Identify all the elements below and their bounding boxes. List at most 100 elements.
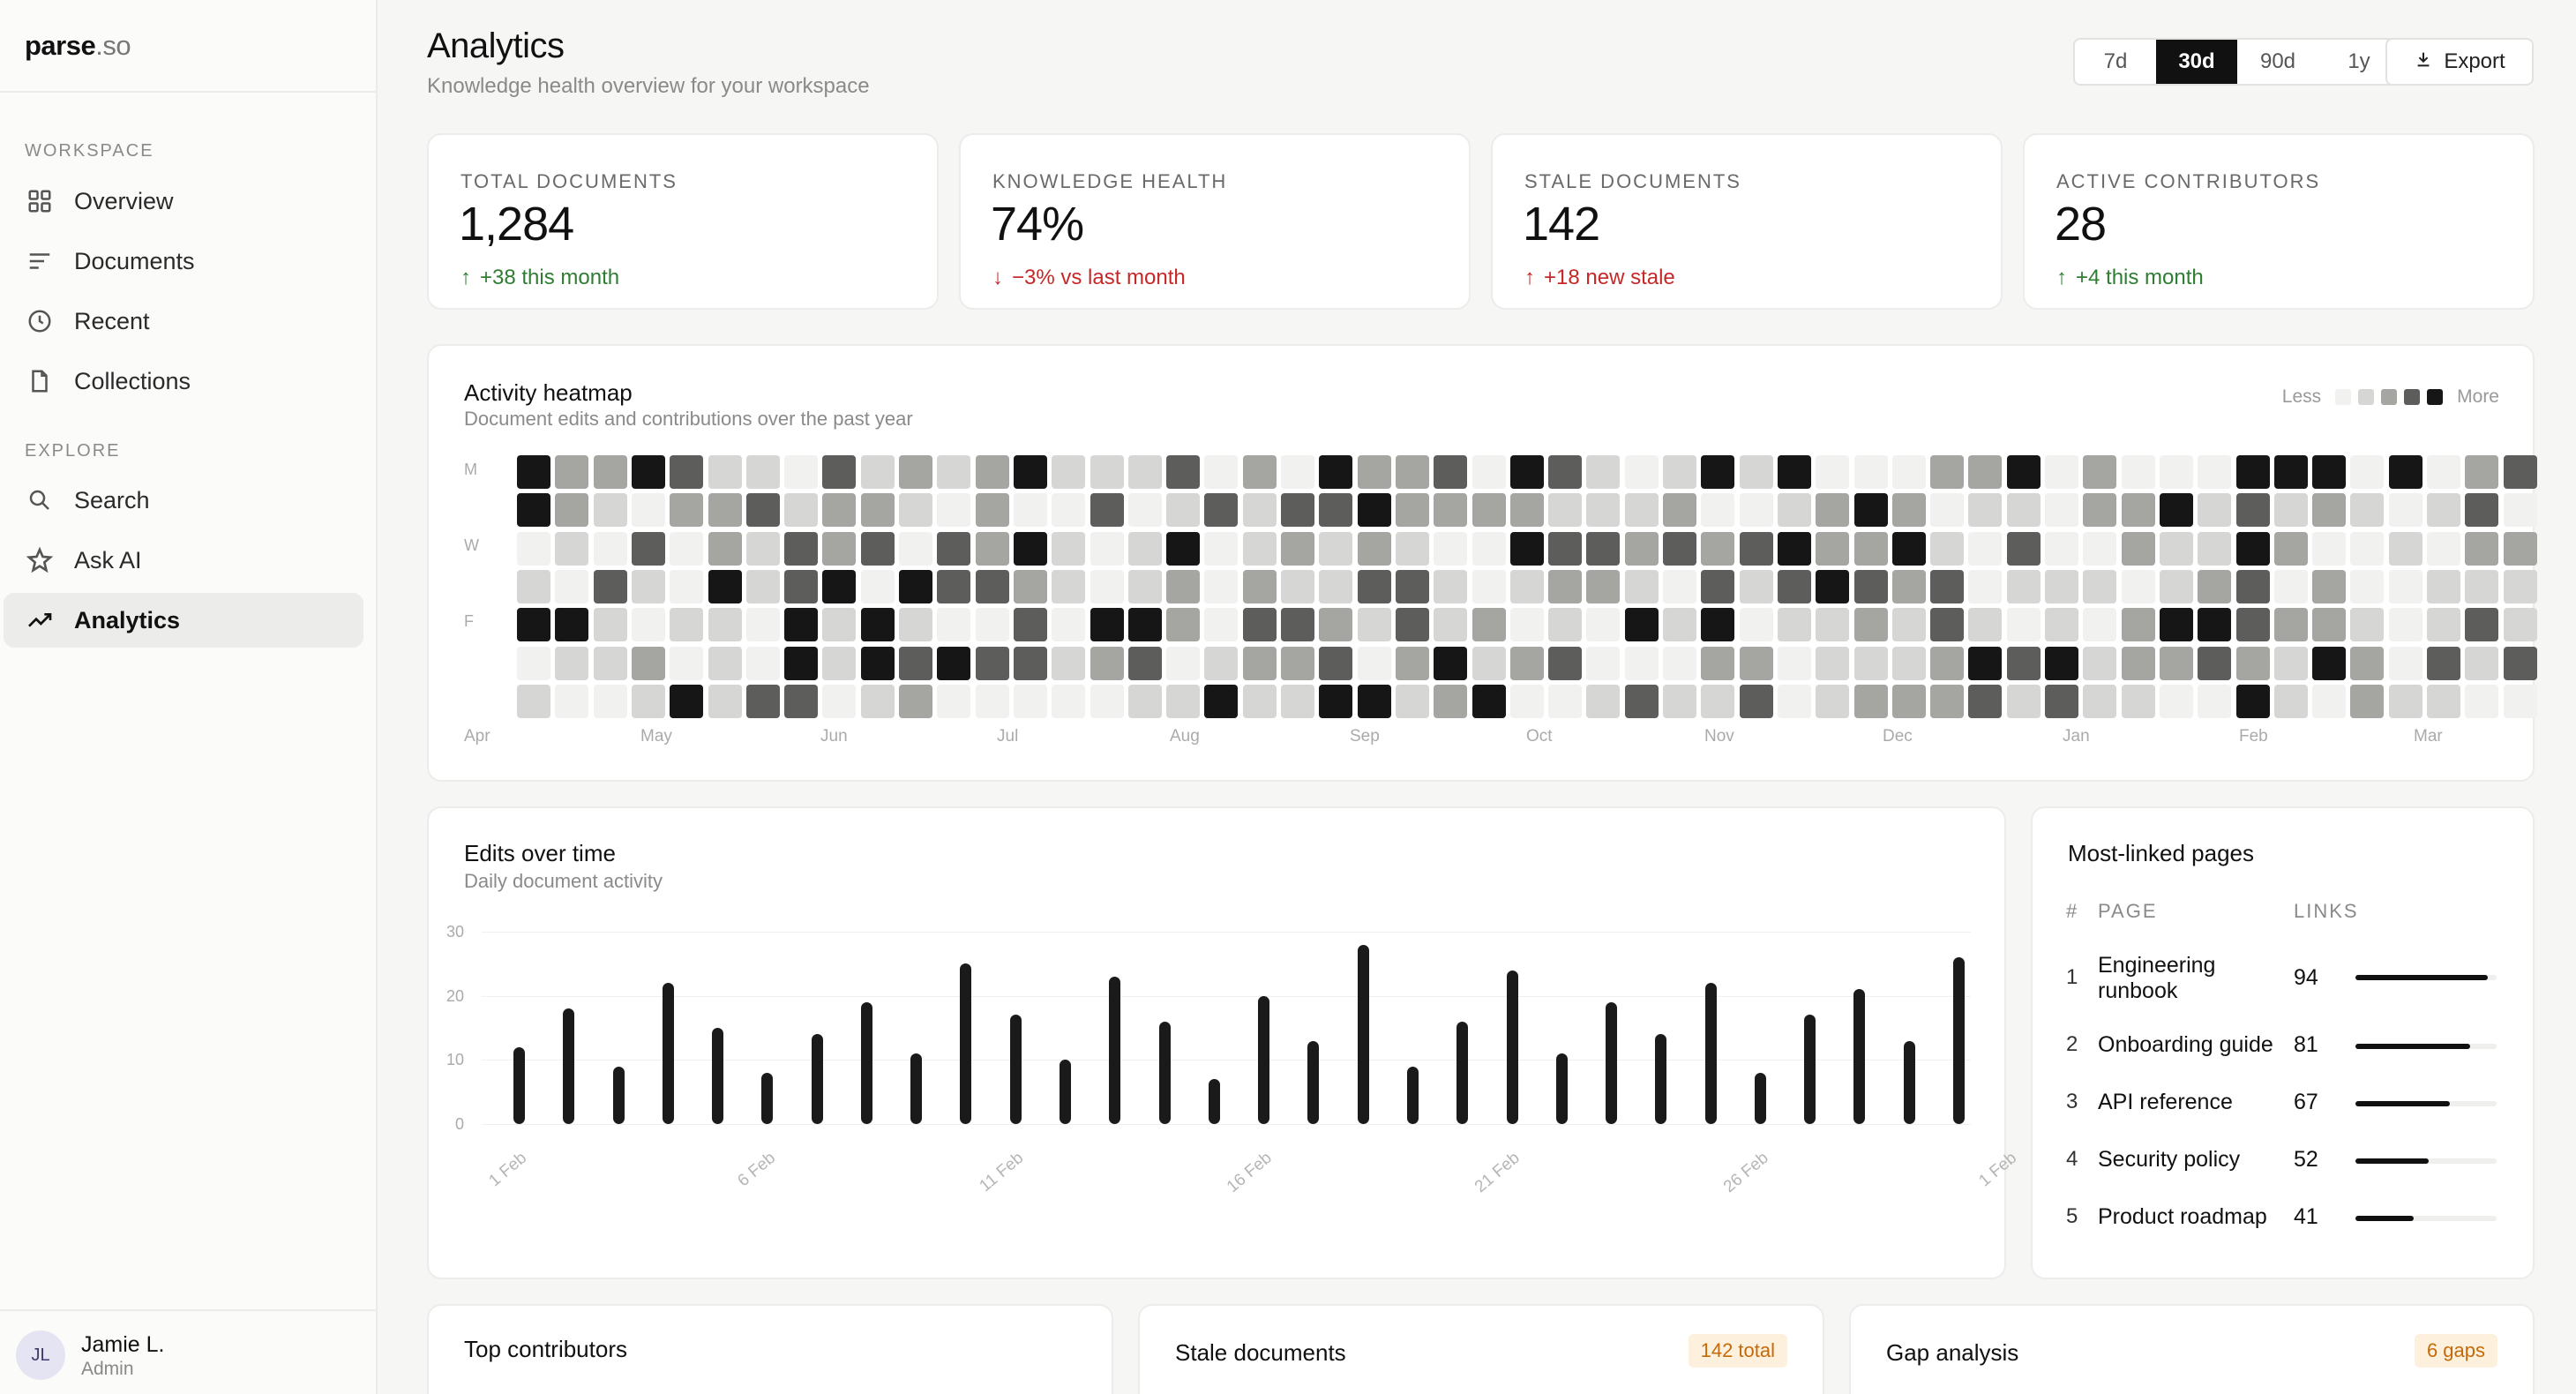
- heatmap-cell[interactable]: [860, 646, 895, 680]
- heatmap-cell[interactable]: [2159, 608, 2193, 642]
- heatmap-cell[interactable]: [670, 493, 704, 528]
- heatmap-cell[interactable]: [2350, 455, 2385, 489]
- heatmap-cell[interactable]: [2465, 684, 2499, 718]
- heatmap-cell[interactable]: [822, 684, 857, 718]
- heatmap-cell[interactable]: [860, 531, 895, 566]
- heatmap-cell[interactable]: [2503, 493, 2537, 528]
- heatmap-cell[interactable]: [1701, 608, 1735, 642]
- heatmap-cell[interactable]: [2503, 684, 2537, 718]
- bar[interactable]: [1903, 1040, 1915, 1124]
- heatmap-cell[interactable]: [1624, 569, 1659, 603]
- heatmap-cell[interactable]: [1739, 646, 1773, 680]
- heatmap-cell[interactable]: [1090, 608, 1124, 642]
- heatmap-cell[interactable]: [1357, 646, 1391, 680]
- heatmap-cell[interactable]: [1777, 531, 1811, 566]
- heatmap-cell[interactable]: [745, 531, 780, 566]
- heatmap-cell[interactable]: [555, 608, 589, 642]
- heatmap-cell[interactable]: [1816, 569, 1850, 603]
- heatmap-cell[interactable]: [899, 493, 932, 528]
- heatmap-cell[interactable]: [1968, 455, 2003, 489]
- heatmap-cell[interactable]: [1204, 608, 1239, 642]
- heatmap-cell[interactable]: [1739, 531, 1773, 566]
- table-row[interactable]: 4 Security policy 52: [2066, 1147, 2498, 1177]
- heatmap-cell[interactable]: [745, 493, 780, 528]
- heatmap-cell[interactable]: [2388, 646, 2422, 680]
- heatmap-cell[interactable]: [1816, 646, 1850, 680]
- heatmap-cell[interactable]: [1891, 608, 1926, 642]
- heatmap-cell[interactable]: [1509, 684, 1544, 718]
- heatmap-cell[interactable]: [1319, 493, 1353, 528]
- heatmap-cell[interactable]: [2465, 531, 2499, 566]
- heatmap-cell[interactable]: [2159, 455, 2193, 489]
- heatmap-cell[interactable]: [822, 531, 857, 566]
- heatmap-cell[interactable]: [1434, 608, 1468, 642]
- heatmap-cell[interactable]: [1013, 493, 1047, 528]
- bar[interactable]: [1804, 1015, 1816, 1124]
- heatmap-cell[interactable]: [1166, 684, 1201, 718]
- heatmap-cell[interactable]: [593, 493, 627, 528]
- heatmap-cell[interactable]: [1013, 646, 1047, 680]
- heatmap-cell[interactable]: [2006, 569, 2041, 603]
- heatmap-cell[interactable]: [2121, 531, 2155, 566]
- heatmap-cell[interactable]: [2350, 608, 2385, 642]
- heatmap-cell[interactable]: [1891, 684, 1926, 718]
- heatmap-cell[interactable]: [1204, 531, 1239, 566]
- sidebar-item-analytics[interactable]: Analytics: [4, 593, 363, 648]
- heatmap-cell[interactable]: [1127, 646, 1162, 680]
- heatmap-cell[interactable]: [1586, 569, 1621, 603]
- heatmap-cell[interactable]: [2350, 684, 2385, 718]
- heatmap-cell[interactable]: [1434, 531, 1468, 566]
- bar[interactable]: [960, 963, 972, 1124]
- heatmap-cell[interactable]: [2198, 684, 2232, 718]
- heatmap-cell[interactable]: [1777, 493, 1811, 528]
- heatmap-cell[interactable]: [1242, 455, 1277, 489]
- heatmap-cell[interactable]: [555, 569, 589, 603]
- heatmap-cell[interactable]: [1586, 455, 1621, 489]
- heatmap-cell[interactable]: [1052, 646, 1086, 680]
- heatmap-cell[interactable]: [2427, 569, 2460, 603]
- heatmap-cell[interactable]: [631, 608, 665, 642]
- heatmap-cell[interactable]: [2235, 646, 2270, 680]
- heatmap-cell[interactable]: [1624, 646, 1659, 680]
- heatmap-cell[interactable]: [1853, 531, 1888, 566]
- heatmap-cell[interactable]: [1319, 569, 1353, 603]
- heatmap-cell[interactable]: [1281, 646, 1314, 680]
- heatmap-cell[interactable]: [1242, 646, 1277, 680]
- heatmap-cell[interactable]: [2427, 608, 2460, 642]
- heatmap-cell[interactable]: [1853, 569, 1888, 603]
- heatmap-cell[interactable]: [1663, 493, 1696, 528]
- heatmap-cell[interactable]: [1968, 684, 2003, 718]
- heatmap-cell[interactable]: [745, 646, 780, 680]
- heatmap-cell[interactable]: [2350, 531, 2385, 566]
- bar[interactable]: [1853, 989, 1866, 1124]
- heatmap-cell[interactable]: [1319, 455, 1353, 489]
- heatmap-cell[interactable]: [2273, 569, 2308, 603]
- heatmap-cell[interactable]: [937, 646, 971, 680]
- heatmap-cell[interactable]: [1968, 646, 2003, 680]
- heatmap-cell[interactable]: [2350, 569, 2385, 603]
- heatmap-cell[interactable]: [1166, 608, 1201, 642]
- heatmap-cell[interactable]: [975, 455, 1009, 489]
- heatmap-cell[interactable]: [899, 531, 932, 566]
- heatmap-cell[interactable]: [937, 455, 971, 489]
- heatmap-cell[interactable]: [1090, 493, 1124, 528]
- heatmap-cell[interactable]: [1242, 569, 1277, 603]
- heatmap-cell[interactable]: [1891, 493, 1926, 528]
- heatmap-cell[interactable]: [2503, 608, 2537, 642]
- heatmap-cell[interactable]: [708, 684, 742, 718]
- heatmap-cell[interactable]: [1586, 684, 1621, 718]
- heatmap-cell[interactable]: [517, 455, 550, 489]
- range-7d-button[interactable]: 7d: [2075, 40, 2156, 84]
- heatmap-cell[interactable]: [593, 684, 627, 718]
- heatmap-cell[interactable]: [2388, 608, 2422, 642]
- heatmap-cell[interactable]: [2312, 684, 2347, 718]
- heatmap-cell[interactable]: [1739, 608, 1773, 642]
- heatmap-cell[interactable]: [2312, 455, 2347, 489]
- heatmap-cell[interactable]: [2159, 531, 2193, 566]
- heatmap-cell[interactable]: [1777, 646, 1811, 680]
- row-page-link[interactable]: API reference: [2098, 1090, 2292, 1115]
- heatmap-cell[interactable]: [1586, 531, 1621, 566]
- heatmap-cell[interactable]: [1548, 608, 1583, 642]
- heatmap-cell[interactable]: [2235, 569, 2270, 603]
- heatmap-cell[interactable]: [2273, 531, 2308, 566]
